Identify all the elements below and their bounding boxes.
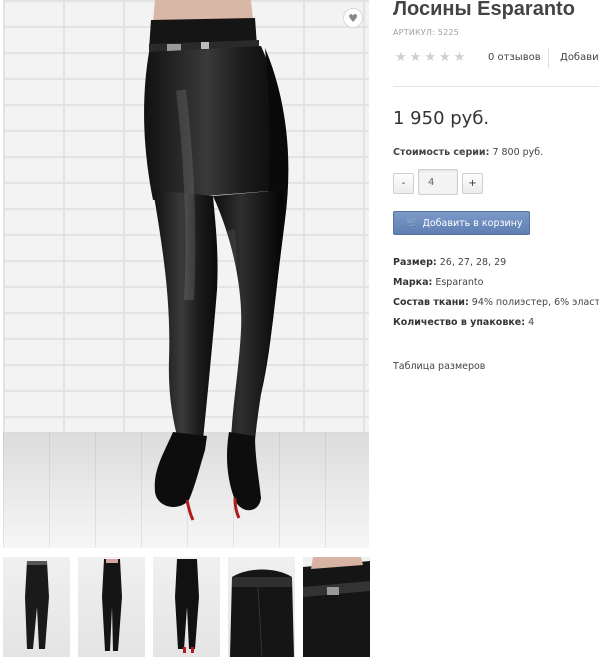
quantity-stepper: - + — [393, 169, 513, 197]
property-value: Esparanto — [435, 277, 484, 288]
series-cost-label: Стоимость серии: — [393, 147, 490, 158]
add-to-cart-label: Добавить в корзину — [422, 217, 523, 229]
property-label: Марка: — [393, 277, 433, 288]
thumbnail-2-image — [102, 559, 122, 651]
thumbnail-4[interactable] — [228, 557, 295, 657]
star-icon[interactable]: ★ — [395, 50, 407, 66]
property-value: 94% полиэстер, 6% эластан — [471, 297, 599, 308]
quantity-decrease-button[interactable]: - — [393, 173, 414, 194]
wishlist-button[interactable]: ♥ — [343, 8, 363, 28]
thumbnail-5[interactable] — [303, 557, 370, 657]
product-sku: АРТИКУЛ: 5225 — [393, 28, 459, 37]
thumbnail-3-image — [175, 559, 199, 653]
add-review-link[interactable]: Добавить — [560, 52, 599, 63]
divider — [393, 86, 599, 87]
star-icon[interactable]: ★ — [424, 50, 436, 66]
thumbnail-3[interactable] — [153, 557, 220, 657]
product-price: 1 950 руб. — [393, 108, 490, 129]
thumbnail-strip — [3, 557, 599, 657]
product-properties: Размер: 26, 27, 28, 29 Марка: Esparanto … — [393, 256, 599, 336]
property-label: Размер: — [393, 257, 437, 268]
heart-icon: ♥ — [348, 11, 358, 25]
property-brand: Марка: Esparanto — [393, 276, 599, 296]
rating-divider — [548, 48, 549, 68]
quantity-input[interactable] — [418, 169, 458, 195]
quantity-increase-button[interactable]: + — [462, 173, 483, 194]
property-value: 4 — [528, 317, 535, 328]
rating-row: ★ ★ ★ ★ ★ 0 отзывов Добавить — [393, 48, 599, 68]
product-main-image[interactable]: ♥ — [3, 0, 369, 548]
leggings-illustration — [144, 0, 289, 521]
thumbnail-2[interactable] — [78, 557, 145, 657]
series-cost-value: 7 800 руб. — [492, 147, 544, 158]
thumbnail-1-image — [25, 561, 49, 649]
thumbnail-5-image — [303, 557, 370, 657]
property-pack-quantity: Количество в упаковке: 4 — [393, 316, 599, 336]
rating-stars[interactable]: ★ ★ ★ ★ ★ — [395, 50, 465, 66]
reviews-link[interactable]: 0 отзывов — [488, 52, 541, 63]
property-size: Размер: 26, 27, 28, 29 — [393, 256, 599, 276]
product-title: Лосины Esparanto — [393, 0, 575, 20]
property-label: Количество в упаковке: — [393, 317, 526, 328]
property-fabric: Состав ткани: 94% полиэстер, 6% эластан — [393, 296, 599, 316]
add-to-cart-button[interactable]: 🛒 Добавить в корзину — [393, 211, 530, 235]
series-cost: Стоимость серии: 7 800 руб. — [393, 147, 543, 158]
property-value: 26, 27, 28, 29 — [439, 257, 507, 268]
thumbnail-4-image — [230, 569, 294, 657]
star-icon[interactable]: ★ — [454, 50, 466, 66]
thumbnail-1[interactable] — [3, 557, 70, 657]
size-table-link[interactable]: Таблица размеров — [393, 361, 485, 372]
property-label: Состав ткани: — [393, 297, 469, 308]
cart-icon: 🛒 — [406, 217, 419, 228]
star-icon[interactable]: ★ — [439, 50, 451, 66]
star-icon[interactable]: ★ — [410, 50, 422, 66]
